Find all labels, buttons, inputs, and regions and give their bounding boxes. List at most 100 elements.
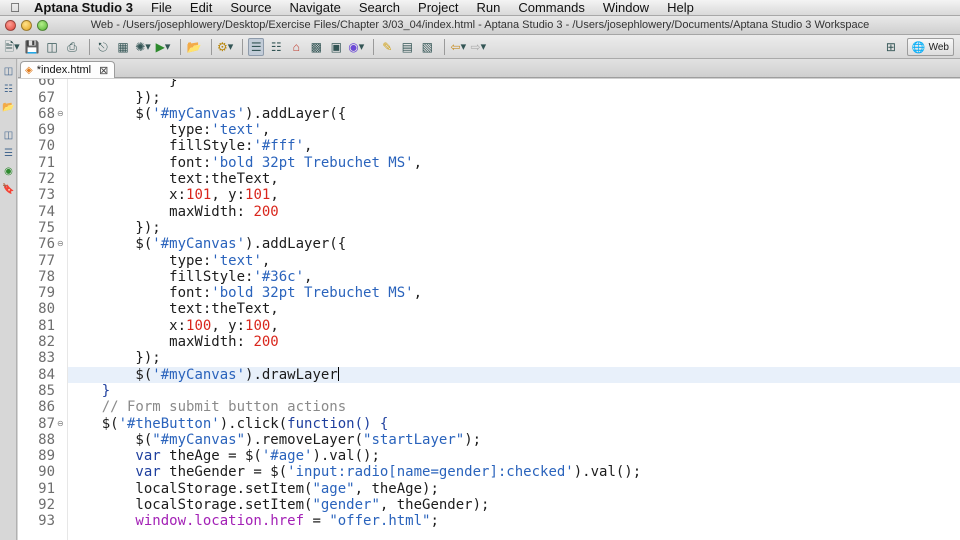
samples-trim-icon[interactable]: ◉	[1, 163, 16, 179]
menu-run[interactable]: Run	[468, 0, 510, 16]
code-token: ;	[430, 513, 439, 530]
line-number: 85	[38, 382, 55, 399]
web-perspective-button[interactable]: 🌐 Web	[906, 38, 954, 56]
code-line: localStorage.setItem("gender", theGender…	[68, 497, 960, 513]
toolbar-separator	[373, 38, 375, 55]
menu-file[interactable]: File	[142, 0, 181, 16]
code-token: }	[68, 382, 111, 399]
new-file-icon[interactable]: 🗎 ▾	[4, 38, 20, 56]
project-explorer-icon[interactable]: ☷	[1, 81, 16, 97]
code-token: });	[68, 89, 161, 106]
menu-project[interactable]: Project	[409, 0, 467, 16]
save-icon[interactable]: 💾	[24, 38, 40, 56]
forward-arrow-icon[interactable]: ⇨ ▾	[470, 38, 487, 56]
line-number: 90	[38, 464, 55, 481]
close-tab-icon[interactable]: ⊠	[99, 64, 108, 77]
code-token: 101	[186, 187, 212, 204]
code-line: window.location.href = "offer.html";	[68, 513, 960, 529]
toggle-comment-icon[interactable]: ▤	[399, 38, 415, 56]
code-token: ).click(	[219, 415, 288, 432]
code-line: font:'bold 32pt Trebuchet MS',	[68, 155, 960, 171]
menu-edit[interactable]: Edit	[181, 0, 221, 16]
code-token: window.location.href	[68, 513, 305, 530]
menu-help[interactable]: Help	[658, 0, 703, 16]
code-token: '#age'	[261, 448, 313, 465]
back-arrow-icon[interactable]: ⇦ ▾	[450, 38, 467, 56]
line-number: 75	[38, 219, 55, 236]
menu-navigate[interactable]: Navigate	[281, 0, 350, 16]
line-number: 83	[38, 350, 55, 367]
home-icon[interactable]: ⌂	[288, 38, 304, 56]
line-number: 82	[38, 334, 55, 350]
restore-icon[interactable]: ◫	[1, 63, 16, 79]
close-window-button[interactable]	[5, 19, 16, 31]
code-token: x:	[68, 317, 187, 334]
apple-icon[interactable]: 	[0, 0, 30, 15]
editor-pane: ◈ *index.html ⊠ 66 67 68 ⊖ 69 70 71 72 73 74 75 76…	[18, 59, 960, 540]
outline-view-icon[interactable]: ☰	[248, 37, 265, 56]
save-all-icon[interactable]: ◫	[44, 38, 60, 56]
code-token: localStorage.setItem(	[68, 480, 313, 497]
deploy-icon[interactable]: ⎋	[95, 38, 111, 56]
highlight-icon[interactable]: ✎	[379, 38, 395, 56]
code-line: type:'text',	[68, 253, 960, 269]
editor-tab-index-html[interactable]: ◈ *index.html ⊠	[20, 61, 116, 78]
code-token: '#myCanvas'	[152, 105, 246, 122]
code-token: var	[68, 464, 161, 481]
commands-icon[interactable]: ⚙ ▾	[217, 38, 233, 56]
code-text[interactable]: } }); $('#myCanvas').addLayer({ type:'te…	[68, 79, 960, 540]
terminal-icon[interactable]: ▩	[308, 38, 324, 56]
line-number: 88	[38, 431, 55, 448]
line-number: 77	[38, 252, 55, 269]
window-title-bar: Web - /Users/josephlowery/Desktop/Exerci…	[0, 16, 960, 35]
restore-icon[interactable]: ◫	[1, 127, 16, 143]
code-token: 101	[245, 187, 271, 204]
menu-commands[interactable]: Commands	[509, 0, 593, 16]
code-token: fillStyle:	[68, 138, 254, 155]
print-icon[interactable]: ⎙	[64, 38, 80, 56]
code-token: $(	[68, 415, 119, 432]
code-token: , y:	[211, 317, 246, 334]
code-token: "startLayer"	[363, 431, 465, 448]
line-number: 74	[38, 203, 55, 220]
code-token: "gender"	[312, 497, 380, 513]
debug-icon[interactable]: ✺ ▾	[135, 38, 151, 56]
run-icon[interactable]: ▶ ▾	[155, 38, 171, 56]
server-icon[interactable]: ▦	[115, 38, 131, 56]
zoom-window-button[interactable]	[37, 19, 48, 31]
code-token: theGender = $(	[160, 464, 288, 481]
code-line: maxWidth: 200	[68, 334, 960, 350]
perspective-switcher: ⊞ 🌐 Web	[883, 38, 954, 56]
snippets-trim-icon[interactable]: 🔖	[1, 181, 16, 197]
open-folder-icon[interactable]: 📂	[186, 38, 202, 56]
block-icon[interactable]: ▧	[419, 38, 435, 56]
fold-toggle-icon[interactable]: ⊖	[57, 106, 66, 122]
code-token: 'input:radio[name=gender]:checked'	[287, 464, 574, 481]
code-line: var theAge = $('#age').val();	[68, 448, 960, 464]
menu-search[interactable]: Search	[350, 0, 409, 16]
code-token: 'bold 32pt Trebuchet MS'	[211, 154, 414, 171]
open-perspective-icon[interactable]: ⊞	[883, 38, 899, 56]
minimize-window-button[interactable]	[21, 19, 32, 31]
fold-toggle-icon[interactable]: ⊖	[57, 236, 66, 252]
code-line: type:'text',	[68, 122, 960, 138]
code-token: ,	[413, 285, 423, 302]
code-token: ).removeLayer(	[245, 431, 364, 448]
outline-trim-icon[interactable]: ☰	[1, 145, 16, 161]
fold-toggle-icon[interactable]: ⊖	[57, 416, 66, 432]
app-menu[interactable]: Aptana Studio 3	[30, 0, 142, 16]
menu-window[interactable]: Window	[594, 0, 658, 16]
code-token: // Form submit button actions	[68, 399, 347, 416]
line-number: 89	[38, 448, 55, 465]
menu-source[interactable]: Source	[221, 0, 280, 16]
app-explorer-icon[interactable]: ☷	[268, 38, 284, 56]
code-token: ).drawLayer	[245, 366, 338, 383]
menu-bar:  Aptana Studio 3 File Edit Source Navig…	[0, 0, 960, 16]
app-explorer-trim-icon[interactable]: 📂	[1, 99, 16, 115]
color-picker-icon[interactable]: ◉ ▾	[348, 38, 364, 56]
console-icon[interactable]: ▣	[328, 38, 344, 56]
code-editor[interactable]: 66 67 68 ⊖ 69 70 71 72 73 74 75 76 ⊖ 77 78 79 80 81 82 83 8…	[18, 79, 960, 540]
code-token: ,	[304, 268, 313, 285]
code-token: $(	[68, 366, 153, 383]
line-number: 76	[38, 236, 55, 253]
